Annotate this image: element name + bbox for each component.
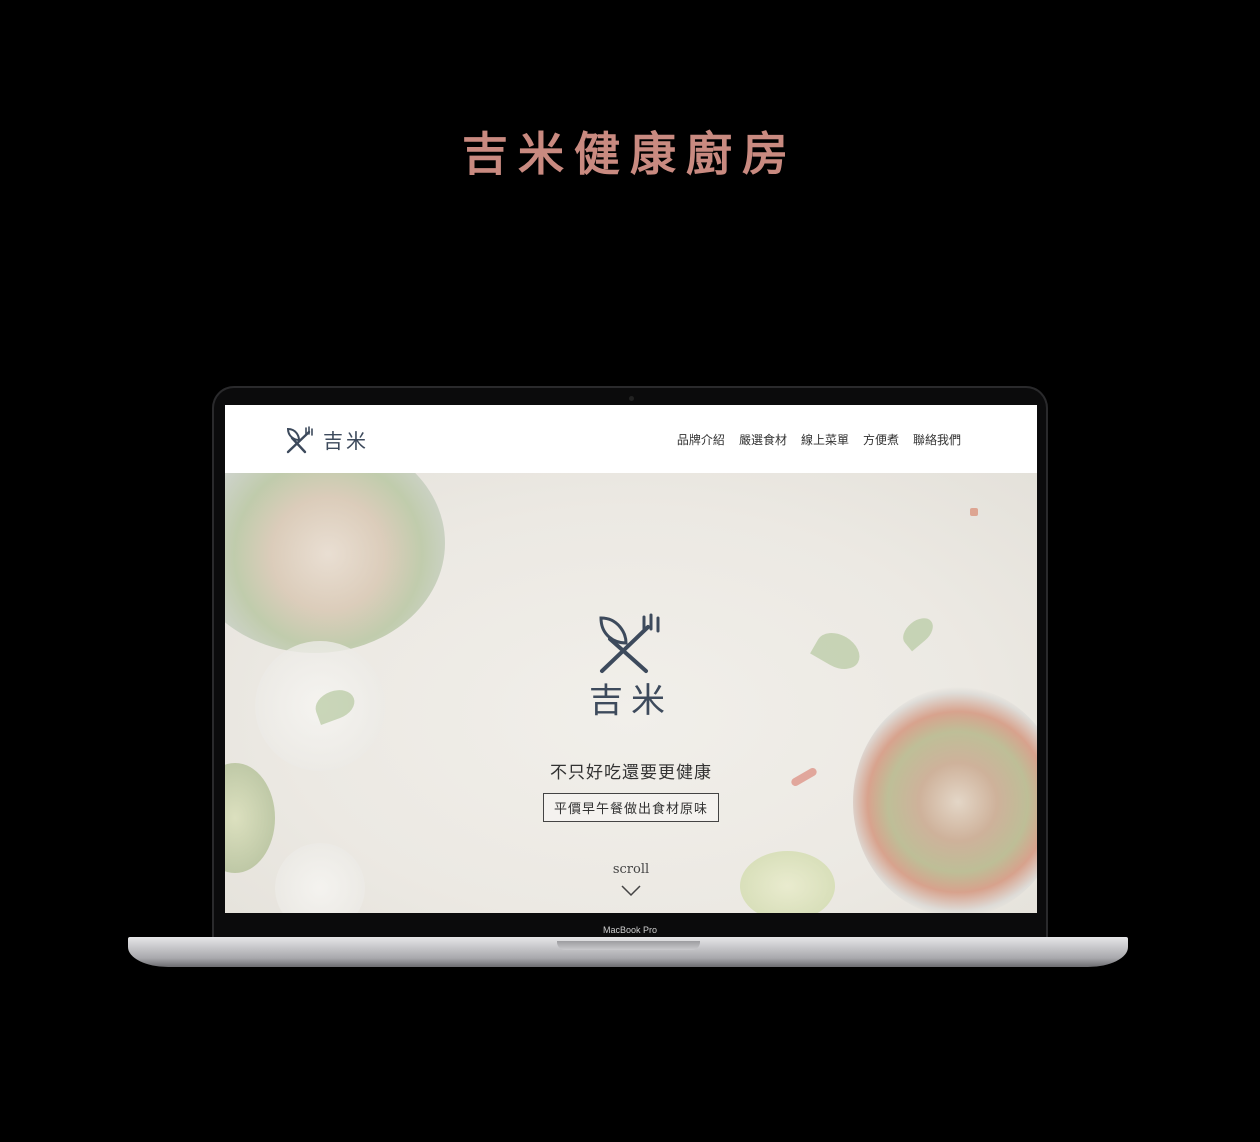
nav-item-brand-intro[interactable]: 品牌介紹 bbox=[677, 431, 725, 448]
site-header: 吉米 品牌介紹 嚴選食材 線上菜單 方便煮 聯絡我們 bbox=[225, 405, 1037, 473]
plate-image bbox=[275, 843, 365, 913]
nav-item-menu[interactable]: 線上菜單 bbox=[801, 431, 849, 448]
scroll-label[interactable]: scroll bbox=[225, 862, 1037, 877]
hero-section: 吉米 不只好吃還要更健康 平價早午餐做出食材原味 scroll bbox=[225, 433, 1037, 913]
main-nav: 品牌介紹 嚴選食材 線上菜單 方便煮 聯絡我們 bbox=[677, 431, 961, 448]
leaf-fork-logo-icon bbox=[599, 613, 660, 673]
camera bbox=[629, 396, 634, 401]
nav-item-ingredients[interactable]: 嚴選食材 bbox=[739, 431, 787, 448]
garnish-image bbox=[970, 508, 978, 516]
laptop-screen: 吉米 品牌介紹 嚴選食材 線上菜單 方便煮 聯絡我們 吉米 不只好吃還要更健康 … bbox=[225, 405, 1037, 913]
laptop-notch bbox=[557, 941, 700, 950]
hero-brand: 吉米 bbox=[589, 681, 673, 721]
page-heading: 吉米健康廚房 bbox=[462, 127, 798, 181]
site-brand: 吉米 bbox=[323, 429, 369, 453]
leaf-fork-logo-icon bbox=[286, 425, 313, 453]
hero-tagline: 不只好吃還要更健康 bbox=[550, 763, 712, 783]
hero-content: 吉米 不只好吃還要更健康 平價早午餐做出食材原味 bbox=[225, 613, 1037, 822]
nav-item-contact[interactable]: 聯絡我們 bbox=[913, 431, 961, 448]
chevron-down-icon[interactable] bbox=[621, 885, 641, 897]
hero-subtitle-button[interactable]: 平價早午餐做出食材原味 bbox=[542, 793, 719, 822]
nav-item-easy-cook[interactable]: 方便煮 bbox=[863, 431, 899, 448]
site-logo[interactable]: 吉米 bbox=[285, 425, 369, 454]
lime-image bbox=[740, 851, 835, 913]
device-model-label: MacBook Pro bbox=[602, 925, 658, 935]
